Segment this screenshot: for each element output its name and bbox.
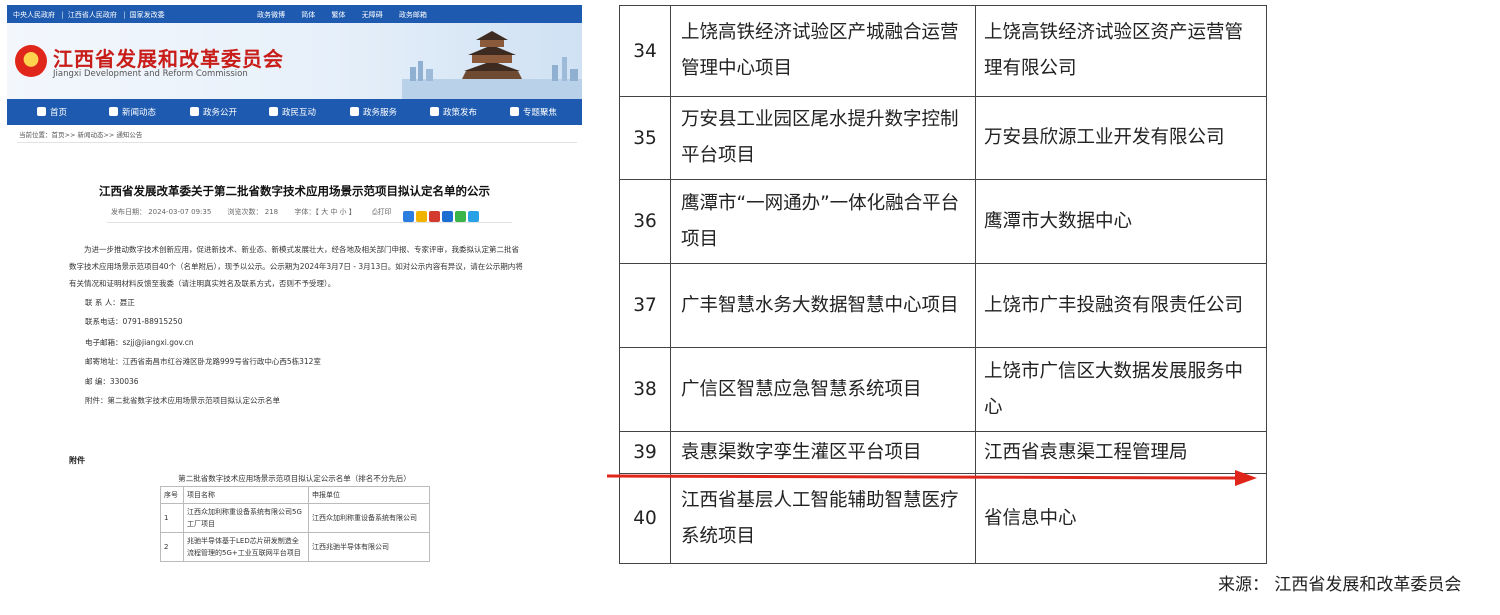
chat-icon <box>269 107 278 116</box>
applicant-unit: 上饶高铁经济试验区资产运营管理有限公司 <box>975 5 1267 97</box>
table-row: 38 广信区智慧应急智慧系统项目 上饶市广信区大数据发展服务中心 <box>619 347 1267 432</box>
site-name-english: Jiangxi Development and Reform Commissio… <box>53 69 248 79</box>
divider <box>107 222 512 223</box>
share-qzone-icon[interactable] <box>403 211 414 222</box>
header-cell: 序号 <box>160 486 184 504</box>
contact-email[interactable]: 电子邮箱：szjj@jiangxi.gov.cn <box>85 337 194 348</box>
share-weibo-icon[interactable] <box>416 211 427 222</box>
publish-date: 发布日期： 2024-03-07 09:35 <box>111 208 212 216</box>
project-name: 万安县工业园区尾水提升数字控制平台项目 <box>670 96 976 180</box>
applicant-unit: 万安县欣源工业开发有限公司 <box>975 96 1267 180</box>
gov-webpage-screenshot: 中央人民政府 | 江西省人民政府 | 国家发改委 政务微博 简体 繁体 无障碍 … <box>7 5 582 610</box>
annex-title: 第二批省数字技术应用场景示范项目拟认定公示名单（排名不分先后） <box>178 474 411 483</box>
applicant-unit: 鹰潭市大数据中心 <box>975 179 1267 264</box>
red-arrow-annotation <box>606 470 1257 486</box>
row-number: 34 <box>619 5 671 97</box>
row-number: 38 <box>619 347 671 432</box>
site-name[interactable]: 江西省发展和改革委员会 <box>53 43 284 72</box>
header-cell: 项目名称 <box>183 486 309 504</box>
national-emblem-icon <box>15 45 47 77</box>
service-icon <box>350 107 359 116</box>
source-caption: 来源： 江西省发展和改革委员会 <box>1218 575 1462 595</box>
nav-label: 新闻动态 <box>122 108 157 118</box>
article-meta: 发布日期： 2024-03-07 09:35 浏览次数： 218 字体：【 大 … <box>111 207 392 217</box>
table-row: 1 江西众加利称重设备系统有限公司5G工厂项目 江西众加利称重设备系统有限公司 <box>160 503 430 533</box>
font-size-switch[interactable]: 字体：【 大 中 小 】 <box>294 208 355 216</box>
share-more-icon[interactable] <box>468 211 479 222</box>
table-row: 37 广丰智慧水务大数据智慧中心项目 上饶市广丰投融资有限责任公司 <box>619 263 1267 348</box>
row-number: 2 <box>160 532 184 562</box>
contact-phone: 联系电话：0791-88915250 <box>85 317 183 326</box>
nav-services[interactable]: 政务服务 <box>350 106 397 118</box>
table-header-row: 序号 项目名称 申报单位 <box>160 486 430 504</box>
link-accessibility[interactable]: 无障碍 <box>362 11 383 19</box>
nav-label: 政策发布 <box>443 108 478 118</box>
nav-label: 政民互动 <box>282 108 317 118</box>
home-icon <box>37 107 46 116</box>
link-simplified[interactable]: 简体 <box>301 11 315 19</box>
annex-table: 序号 项目名称 申报单位 1 江西众加利称重设备系统有限公司5G工厂项目 江西众… <box>160 486 430 562</box>
attachment-link[interactable]: 附件：第二批省数字技术应用场景示范项目拟认定公示名单 <box>85 395 280 406</box>
link-province-gov[interactable]: 江西省人民政府 <box>68 11 117 19</box>
applicant-unit: 上饶市广丰投融资有限责任公司 <box>975 263 1267 348</box>
table-row: 36 鹰潭市“一网通办”一体化融合平台项目 鹰潭市大数据中心 <box>619 179 1267 264</box>
row-number: 36 <box>619 179 671 264</box>
article-paragraph: 为进一步推动数字技术创新应用，促进新技术、新业态、新模式发展壮大，经各地及相关部… <box>69 245 523 288</box>
applicant-unit: 江西众加利称重设备系统有限公司 <box>308 503 430 533</box>
nav-topics[interactable]: 专题聚焦 <box>510 106 557 118</box>
project-name: 江西众加利称重设备系统有限公司5G工厂项目 <box>183 503 309 533</box>
nav-policy[interactable]: 政策发布 <box>430 106 477 118</box>
contact-address: 邮寄地址：江西省南昌市红谷滩区卧龙路999号省行政中心西5栋312室 <box>85 357 321 366</box>
row-number: 1 <box>160 503 184 533</box>
news-icon <box>109 107 118 116</box>
share-renren-icon[interactable] <box>442 211 453 222</box>
nav-interaction[interactable]: 政民互动 <box>269 106 316 118</box>
print-label: 打印 <box>377 208 392 216</box>
row-number: 35 <box>619 96 671 180</box>
applicant-unit: 江西兆驰半导体有限公司 <box>308 532 430 562</box>
nav-home[interactable]: 首页 <box>37 106 67 118</box>
document-icon <box>190 107 199 116</box>
project-name: 上饶高铁经济试验区产城融合运营管理中心项目 <box>670 5 976 97</box>
annex-label: 附件 <box>69 456 85 465</box>
table-row: 35 万安县工业园区尾水提升数字控制平台项目 万安县欣源工业开发有限公司 <box>619 96 1267 180</box>
row-number: 37 <box>619 263 671 348</box>
site-banner: 江西省发展和改革委员会 Jiangxi Development and Refo… <box>7 23 582 99</box>
link-weibo[interactable]: 政务微博 <box>257 11 285 19</box>
contact-person: 联 系 人：聂正 <box>85 298 135 307</box>
project-name: 广信区智慧应急智慧系统项目 <box>670 347 976 432</box>
project-name: 鹰潭市“一网通办”一体化融合平台项目 <box>670 179 976 264</box>
link-gov-mail[interactable]: 政务邮箱 <box>399 11 427 19</box>
project-name: 兆驰半导体基于LED芯片研发制造全流程管理的5G+工业互联网平台项目 <box>183 532 309 562</box>
share-wechat-icon[interactable] <box>455 211 466 222</box>
link-central-gov[interactable]: 中央人民政府 <box>13 11 55 19</box>
main-nav: 首页 新闻动态 政务公开 政民互动 政务服务 政策发布 专题聚焦 <box>7 99 582 125</box>
contact-postcode: 邮 编：330036 <box>85 377 139 386</box>
nav-label: 政务公开 <box>203 108 238 118</box>
nav-label: 首页 <box>50 108 68 118</box>
top-link-bar: 中央人民政府 | 江西省人民政府 | 国家发改委 政务微博 简体 繁体 无障碍 … <box>7 5 582 23</box>
tengwang-pavilion-skyline <box>402 31 582 99</box>
table-row: 34 上饶高铁经济试验区产城融合运营管理中心项目 上饶高铁经济试验区资产运营管理… <box>619 5 1267 97</box>
divider <box>17 142 577 143</box>
separator: | <box>61 11 64 19</box>
separator: | <box>123 11 126 19</box>
header-cell: 申报单位 <box>308 486 430 504</box>
view-count: 浏览次数： 218 <box>227 208 279 216</box>
nav-news[interactable]: 新闻动态 <box>109 106 156 118</box>
send-icon <box>430 107 439 116</box>
project-name: 广丰智慧水务大数据智慧中心项目 <box>670 263 976 348</box>
breadcrumb: 当前位置：首页>> 新闻动态>> 通知公告 <box>19 131 143 139</box>
table-row: 2 兆驰半导体基于LED芯片研发制造全流程管理的5G+工业互联网平台项目 江西兆… <box>160 532 430 562</box>
link-ndrc[interactable]: 国家发改委 <box>130 11 165 19</box>
print-button[interactable]: ⎙打印 <box>372 208 392 216</box>
link-traditional[interactable]: 繁体 <box>331 11 345 19</box>
applicant-unit: 上饶市广信区大数据发展服务中心 <box>975 347 1267 432</box>
nav-label: 政务服务 <box>363 108 398 118</box>
share-tencent-icon[interactable] <box>429 211 440 222</box>
article-title: 江西省发展改革委关于第二批省数字技术应用场景示范项目拟认定名单的公示 <box>99 184 490 198</box>
nav-public-affairs[interactable]: 政务公开 <box>190 106 237 118</box>
layers-icon <box>510 107 519 116</box>
nav-label: 专题聚焦 <box>523 108 558 118</box>
